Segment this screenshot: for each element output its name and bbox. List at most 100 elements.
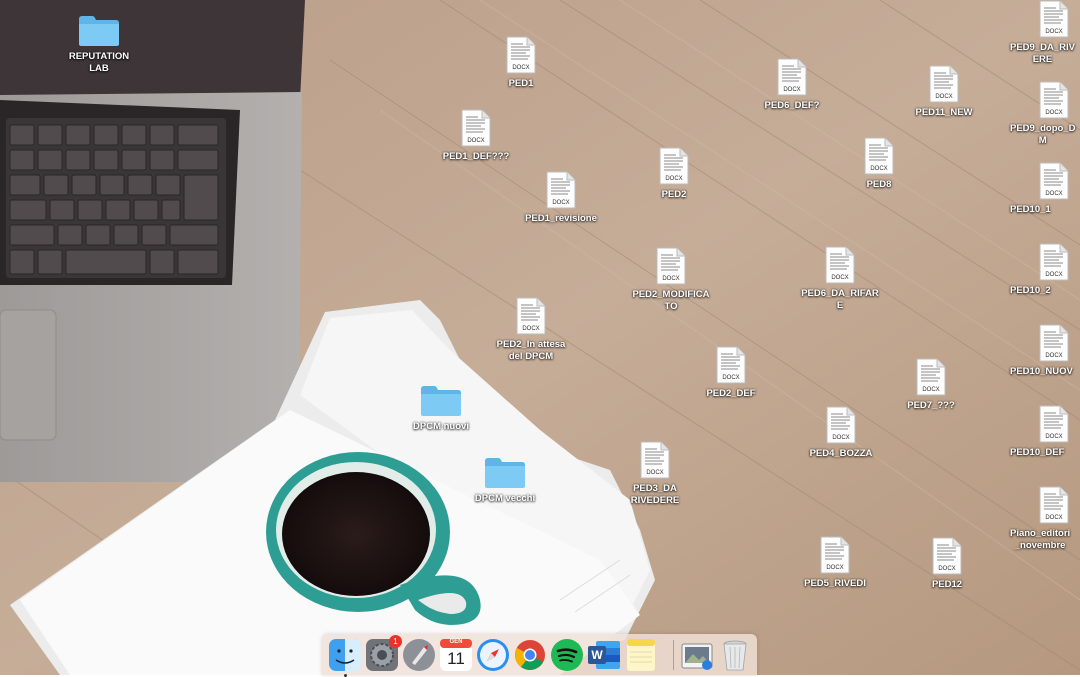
docx-file-icon: DOCX xyxy=(656,247,686,285)
file-ped10-nuov[interactable]: DOCX PED10_NUOV xyxy=(1010,324,1080,378)
file-label: PED2 xyxy=(661,189,687,200)
docx-file-icon: DOCX xyxy=(1039,162,1069,200)
file-label: PED10_DEF xyxy=(1010,447,1065,458)
docx-file-icon: DOCX xyxy=(777,58,807,96)
docx-file-icon: DOCX xyxy=(461,109,491,147)
safari-icon[interactable] xyxy=(476,638,510,672)
file-extension: DOCX xyxy=(935,94,953,100)
file-extension: DOCX xyxy=(1045,515,1063,521)
file-extension: DOCX xyxy=(938,566,956,572)
file-extension: DOCX xyxy=(783,87,801,93)
file-ped2-in-attesa-del-dpcm[interactable]: DOCX PED2_In attesa del DPCM xyxy=(485,297,577,363)
calendar-icon[interactable]: GEN 11 xyxy=(439,638,473,672)
folder-label: REPUTATION LAB xyxy=(68,51,130,74)
file-ped6-def[interactable]: DOCX PED6_DEF? xyxy=(746,58,838,112)
docx-file-icon: DOCX xyxy=(506,36,536,74)
file-ped7[interactable]: DOCX PED7_??? xyxy=(885,358,977,412)
notes-icon[interactable] xyxy=(624,638,658,672)
file-extension: DOCX xyxy=(646,470,664,476)
file-label: PED10_2 xyxy=(1010,285,1051,296)
folder-label: DPCM vecchi xyxy=(474,493,536,504)
dock-separator xyxy=(673,640,674,670)
docx-file-icon: DOCX xyxy=(516,297,546,335)
folder-dpcm-nuovi[interactable]: DPCM nuovi xyxy=(400,383,482,433)
notification-badge: 1 xyxy=(389,635,402,648)
file-label: PED9_dopo_D M xyxy=(1010,123,1076,146)
file-ped3-da-rivedere[interactable]: DOCX PED3_DA RIVEDERE xyxy=(609,441,701,507)
file-label: PED3_DA RIVEDERE xyxy=(630,483,680,506)
file-ped10-2[interactable]: DOCX PED10_2 xyxy=(1010,243,1080,297)
file-extension: DOCX xyxy=(1045,353,1063,359)
docx-file-icon: DOCX xyxy=(864,137,894,175)
file-label: PED6_DEF? xyxy=(764,100,820,111)
file-label: PED4_BOZZA xyxy=(809,448,873,459)
folder-icon xyxy=(420,383,462,417)
folder-icon xyxy=(484,455,526,489)
file-extension: DOCX xyxy=(826,565,844,571)
file-ped10-1[interactable]: DOCX PED10_1 xyxy=(1010,162,1080,216)
docx-file-icon: DOCX xyxy=(546,171,576,209)
file-ped1-revisione[interactable]: DOCX PED1_revisione xyxy=(515,171,607,225)
docx-file-icon: DOCX xyxy=(716,346,746,384)
docx-file-icon: DOCX xyxy=(820,536,850,574)
file-label: PED12 xyxy=(931,579,963,590)
launchpad-icon[interactable] xyxy=(402,638,436,672)
file-label: PED2_DEF xyxy=(706,388,756,399)
file-label: PED9_DA_RIV ERE xyxy=(1010,42,1075,65)
folder-reputation-lab[interactable]: REPUTATION LAB xyxy=(58,13,140,75)
file-extension: DOCX xyxy=(467,138,485,144)
file-label: PED2_MODIFICA TO xyxy=(632,289,710,312)
file-extension: DOCX xyxy=(552,200,570,206)
preview-icon[interactable] xyxy=(680,638,714,672)
system-preferences-icon[interactable]: 1 xyxy=(365,635,402,672)
file-ped12[interactable]: DOCX PED12 xyxy=(901,537,993,591)
file-ped2[interactable]: DOCX PED2 xyxy=(628,147,720,201)
file-label: PED1_revisione xyxy=(525,213,597,224)
file-extension: DOCX xyxy=(522,326,540,332)
file-extension: DOCX xyxy=(922,387,940,393)
file-extension: DOCX xyxy=(1045,434,1063,440)
docx-file-icon: DOCX xyxy=(1039,324,1069,362)
folder-dpcm-vecchi[interactable]: DPCM vecchi xyxy=(464,455,546,505)
docx-file-icon: DOCX xyxy=(916,358,946,396)
file-ped10-def[interactable]: DOCX PED10_DEF xyxy=(1010,405,1080,459)
file-ped11-new[interactable]: DOCX PED11_NEW xyxy=(898,65,990,119)
file-ped2-modifica-to[interactable]: DOCX PED2_MODIFICA TO xyxy=(625,247,717,313)
docx-file-icon: DOCX xyxy=(932,537,962,575)
folder-icon xyxy=(78,13,120,47)
file-label: PED10_NUOV xyxy=(1010,366,1073,377)
docx-file-icon: DOCX xyxy=(1039,0,1069,38)
trash-icon[interactable] xyxy=(718,638,752,672)
docx-file-icon: DOCX xyxy=(1039,243,1069,281)
word-icon[interactable]: W xyxy=(587,638,621,672)
file-ped4-bozza[interactable]: DOCX PED4_BOZZA xyxy=(795,406,887,460)
file-extension: DOCX xyxy=(662,276,680,282)
file-label: PED2_In attesa del DPCM xyxy=(496,339,566,362)
file-label: PED8 xyxy=(866,179,892,190)
docx-file-icon: DOCX xyxy=(1039,405,1069,443)
docx-file-icon: DOCX xyxy=(1039,486,1069,524)
calendar-day: 11 xyxy=(447,649,465,668)
file-label: PED1_DEF??? xyxy=(442,151,510,162)
file-label: PED10_1 xyxy=(1010,204,1051,215)
file-label: PED11_NEW xyxy=(915,107,973,118)
file-extension: DOCX xyxy=(1045,272,1063,278)
file-ped2-def[interactable]: DOCX PED2_DEF xyxy=(685,346,777,400)
calendar-month: GEN xyxy=(449,639,463,645)
file-extension: DOCX xyxy=(870,166,888,172)
finder-icon[interactable] xyxy=(328,638,362,677)
file-ped9-da-riv-ere[interactable]: DOCX PED9_DA_RIV ERE xyxy=(1010,0,1080,66)
file-piano-editori-novembre[interactable]: DOCX Piano_editori _novembre xyxy=(1010,486,1080,552)
file-ped9-dopo-d-m[interactable]: DOCX PED9_dopo_D M xyxy=(1010,81,1080,147)
file-extension: DOCX xyxy=(512,65,530,71)
chrome-icon[interactable] xyxy=(513,638,547,672)
file-extension: DOCX xyxy=(665,176,683,182)
file-label: PED1 xyxy=(508,78,534,89)
word-letter: W xyxy=(591,648,603,662)
file-ped5-rivedi[interactable]: DOCX PED5_RIVEDI xyxy=(789,536,881,590)
file-ped6-da-rifar-e[interactable]: DOCX PED6_DA_RIFAR E xyxy=(794,246,886,312)
file-ped1-def[interactable]: DOCX PED1_DEF??? xyxy=(430,109,522,163)
file-ped1[interactable]: DOCX PED1 xyxy=(475,36,567,90)
file-ped8[interactable]: DOCX PED8 xyxy=(833,137,925,191)
spotify-icon[interactable] xyxy=(550,638,584,672)
